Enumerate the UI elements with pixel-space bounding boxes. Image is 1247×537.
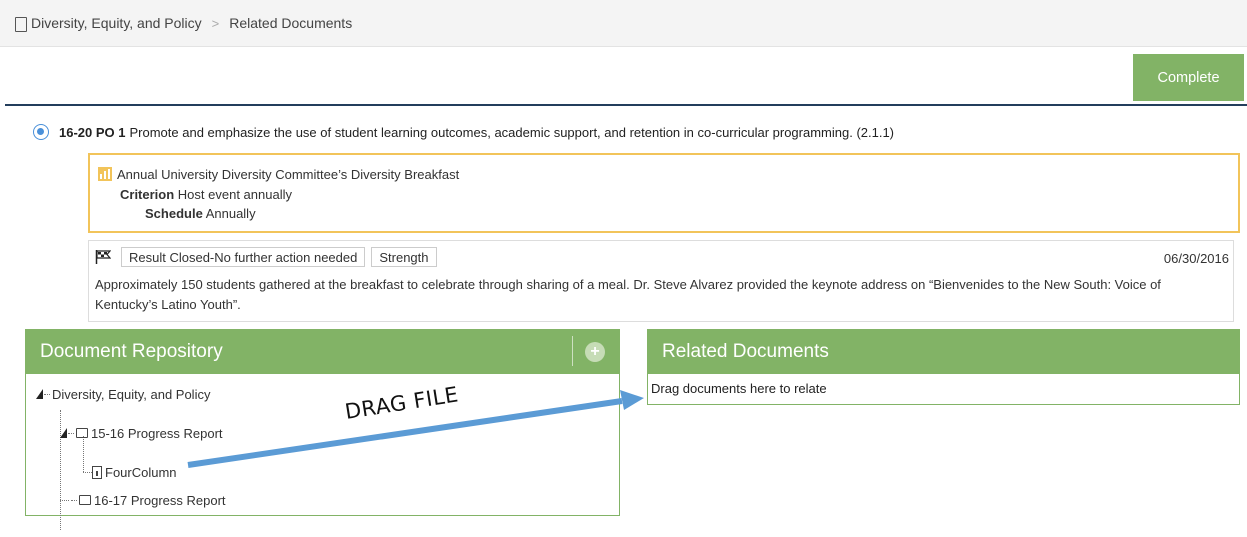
document-icon (15, 16, 27, 32)
measure-box[interactable]: Annual University Diversity Committee’s … (88, 153, 1240, 233)
tree-connector (44, 393, 50, 395)
result-box[interactable]: Result Closed-No further action needed S… (88, 240, 1234, 322)
criterion-label: Criterion (120, 187, 175, 202)
related-documents-title: Related Documents (662, 341, 829, 362)
document-repository-title: Document Repository (40, 341, 223, 362)
collapse-triangle-icon[interactable] (36, 389, 43, 399)
header-divider (5, 104, 1247, 106)
tree-node-label: Diversity, Equity, and Policy (52, 386, 211, 402)
header-divider-line (572, 336, 573, 366)
breadcrumb: Diversity, Equity, and Policy > Related … (0, 0, 1247, 47)
objective-code: 16-20 PO 1 (59, 124, 126, 140)
tree-node-label: 15-16 Progress Report (91, 425, 223, 441)
criterion-value: Host event annually (177, 187, 292, 202)
tree-connector (71, 499, 77, 501)
document-repository-header: Document Repository + (26, 330, 619, 374)
related-documents-header: Related Documents (648, 330, 1239, 374)
checkered-flag-icon (95, 250, 112, 264)
tree-node-label: 16-17 Progress Report (94, 492, 226, 508)
tree-node-folder-16-17[interactable]: 16-17 Progress Report (71, 491, 226, 509)
tree-node-root[interactable]: Diversity, Equity, and Policy (36, 385, 210, 403)
objective-line: 16-20 PO 1 Promote and emphasize the use… (33, 124, 894, 140)
target-icon (33, 124, 49, 140)
folder-icon (76, 428, 88, 438)
result-date: 06/30/2016 (1163, 251, 1229, 266)
breadcrumb-separator-icon: > (211, 15, 220, 31)
complete-button[interactable]: Complete (1133, 54, 1244, 101)
breadcrumb-item-diversity[interactable]: Diversity, Equity, and Policy (31, 15, 202, 31)
bar-chart-icon (98, 167, 112, 181)
result-description: Approximately 150 students gathered at t… (95, 277, 1161, 312)
breadcrumb-item-current: Related Documents (229, 15, 353, 31)
result-status-badge: Result Closed-No further action needed (121, 247, 366, 267)
add-document-button[interactable]: + (585, 342, 605, 362)
schedule-label: Schedule (145, 206, 203, 221)
tree-connector (83, 472, 92, 473)
strength-badge: Strength (371, 247, 437, 267)
document-repository-panel: Document Repository + Diversity, Equity,… (25, 329, 620, 530)
tree-node-file-fourcolumn[interactable]: FourColumn (92, 463, 177, 481)
file-icon (92, 465, 102, 479)
schedule-value: Annually (205, 206, 256, 221)
measure-title: Annual University Diversity Committee’s … (117, 166, 460, 182)
objective-text: Promote and emphasize the use of student… (129, 124, 895, 140)
tree-connector (68, 432, 74, 434)
drop-zone-hint: Drag documents here to relate (651, 381, 827, 396)
related-documents-panel[interactable]: Related Documents Drag documents here to… (647, 329, 1240, 405)
folder-icon (79, 495, 91, 505)
tree-node-folder-15-16[interactable]: 15-16 Progress Report (60, 424, 223, 442)
collapse-triangle-icon[interactable] (60, 428, 67, 438)
tree-connector (60, 500, 69, 501)
document-tree: Diversity, Equity, and Policy 15-16 Prog… (26, 374, 619, 530)
tree-node-label: FourColumn (105, 464, 177, 480)
